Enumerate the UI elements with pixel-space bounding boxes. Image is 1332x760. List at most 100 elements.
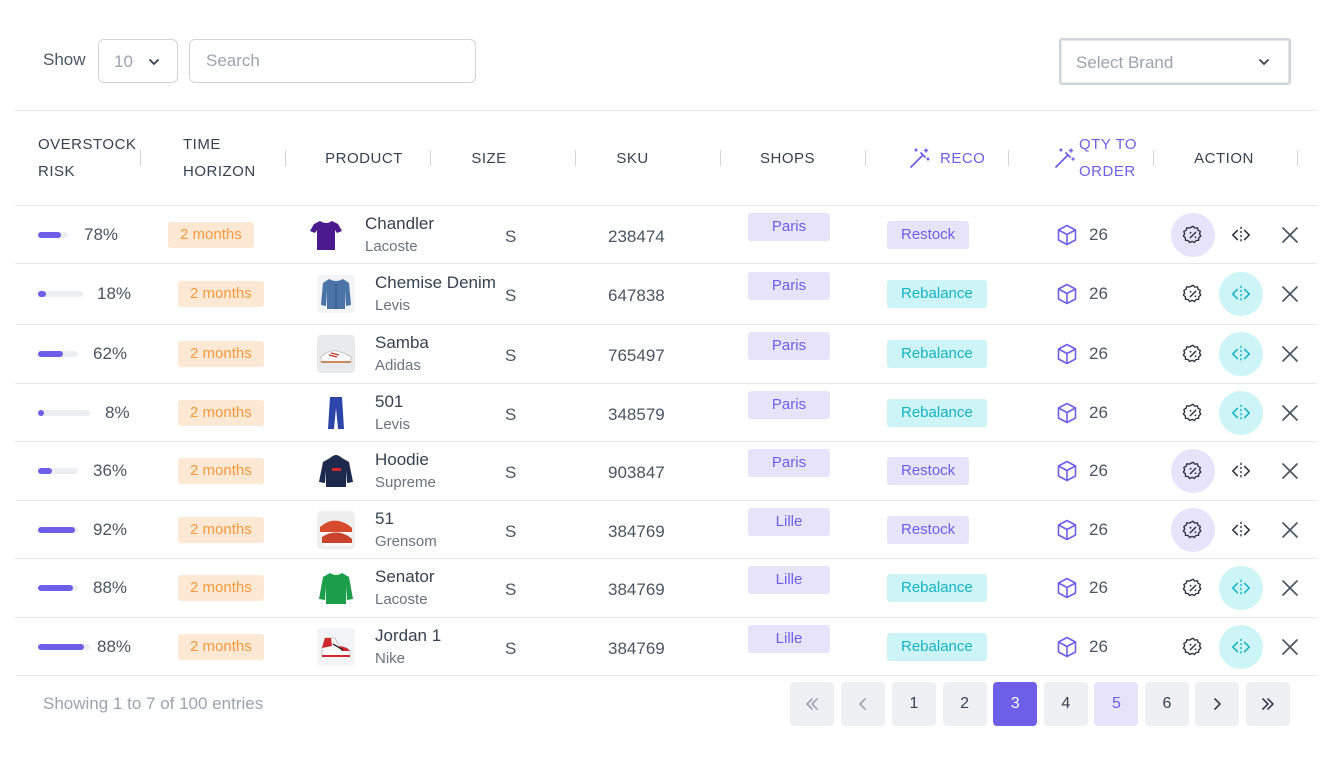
product-size: S	[505, 580, 517, 599]
page-4-button[interactable]: 4	[1043, 682, 1088, 726]
column-overstock-risk[interactable]: OVERSTOCK RISK	[38, 111, 138, 205]
overstock-risk-fill	[38, 527, 75, 533]
close-icon[interactable]	[1268, 508, 1312, 552]
close-icon[interactable]	[1268, 449, 1312, 493]
purple-tshirt-icon	[307, 216, 345, 254]
next-page-button[interactable]	[1195, 682, 1239, 726]
reco-badge: Rebalance	[887, 399, 987, 427]
navy-hoodie-icon	[317, 452, 355, 490]
first-page-button[interactable]	[790, 682, 834, 726]
qty-value: 26	[1089, 520, 1108, 539]
product-size: S	[505, 463, 517, 482]
brand-select[interactable]: Select Brand	[1059, 38, 1291, 85]
table-row: 78% 2 months Chandler Lacoste S 238474 Paris Re…	[15, 206, 1317, 264]
overstock-risk-value: 92%	[93, 520, 128, 539]
table-body: 78% 2 months Chandler Lacoste S 238474 Paris Re…	[15, 206, 1317, 676]
table-row: 88% 2 months Senator Lacoste S 384769 Lille Reb…	[15, 559, 1317, 618]
column-shops[interactable]: SHOPS	[745, 111, 830, 205]
overstock-risk-fill	[38, 351, 63, 357]
column-reco[interactable]: RECO	[908, 111, 985, 205]
box-icon	[1055, 459, 1089, 483]
product-size: S	[505, 639, 517, 658]
search-input[interactable]	[189, 39, 476, 83]
settings-badge-button[interactable]	[1171, 332, 1215, 376]
close-icon[interactable]	[1268, 391, 1312, 435]
column-divider	[1153, 150, 1154, 166]
close-icon[interactable]	[1268, 625, 1312, 669]
product-sku: 384769	[608, 580, 665, 599]
rebalance-button[interactable]	[1219, 391, 1263, 435]
reco-badge: Rebalance	[887, 340, 987, 368]
page-5-button[interactable]: 5	[1094, 682, 1139, 726]
product-name[interactable]: 51	[375, 509, 394, 529]
column-divider	[575, 150, 576, 166]
show-label: Show	[43, 50, 86, 69]
box-icon	[1055, 518, 1089, 542]
product-name[interactable]: Chemise Denim	[375, 273, 496, 293]
settings-badge-button[interactable]	[1171, 213, 1215, 257]
close-icon[interactable]	[1268, 213, 1312, 257]
qty-value: 26	[1089, 403, 1108, 422]
settings-badge-button[interactable]	[1171, 272, 1215, 316]
close-icon[interactable]	[1268, 332, 1312, 376]
overstock-risk-bar	[38, 410, 90, 416]
close-icon[interactable]	[1268, 566, 1312, 610]
rebalance-button[interactable]	[1219, 508, 1263, 552]
product-name[interactable]: Jordan 1	[375, 626, 441, 646]
last-page-button[interactable]	[1246, 682, 1290, 726]
time-horizon-badge: 2 months	[168, 222, 254, 248]
close-icon[interactable]	[1268, 272, 1312, 316]
settings-badge-button[interactable]	[1171, 566, 1215, 610]
rebalance-button[interactable]	[1219, 625, 1263, 669]
column-product[interactable]: PRODUCT	[315, 111, 413, 205]
column-qty-to-order[interactable]: QTY TO ORDER	[1053, 111, 1148, 205]
product-name[interactable]: Senator	[375, 567, 435, 587]
column-size[interactable]: SIZE	[455, 111, 523, 205]
rebalance-button[interactable]	[1219, 332, 1263, 376]
product-brand: Levis	[375, 416, 411, 433]
product-brand: Levis	[375, 297, 411, 314]
rebalance-button[interactable]	[1219, 449, 1263, 493]
column-sku[interactable]: SKU	[595, 111, 670, 205]
reco-badge: Restock	[887, 457, 970, 485]
page-6-button[interactable]: 6	[1145, 682, 1189, 726]
page-size-select[interactable]: 10	[98, 39, 178, 83]
product-brand: Nike	[375, 650, 406, 667]
column-divider	[720, 150, 721, 166]
product-name[interactable]: Samba	[375, 333, 429, 353]
page-1-button[interactable]: 1	[892, 682, 936, 726]
settings-badge-button[interactable]	[1171, 625, 1215, 669]
table-row: 36% 2 months Hoodie Supreme S 903847 Paris Rest…	[15, 442, 1317, 501]
shop-badge: Paris	[748, 391, 830, 419]
settings-badge-button[interactable]	[1171, 391, 1215, 435]
rebalance-button[interactable]	[1219, 272, 1263, 316]
previous-page-button[interactable]	[841, 682, 885, 726]
settings-badge-button[interactable]	[1171, 508, 1215, 552]
magic-wand-icon	[1053, 146, 1077, 170]
rebalance-button[interactable]	[1219, 566, 1263, 610]
page-2-button[interactable]: 2	[942, 682, 987, 726]
box-icon	[1055, 401, 1089, 425]
overstock-risk-bar	[38, 585, 78, 591]
product-name[interactable]: 501	[375, 392, 403, 412]
settings-badge-button[interactable]	[1171, 449, 1215, 493]
qty-to-order: 26	[1055, 401, 1108, 425]
product-name[interactable]: Chandler	[365, 214, 434, 234]
chevron-down-icon	[1257, 55, 1271, 74]
shop-badge: Paris	[748, 332, 830, 360]
table-row: 88% 2 months Jordan 1 Nike S 384769 Lille Rebal…	[15, 618, 1317, 676]
overstock-risk-bar	[38, 291, 83, 297]
rebalance-button[interactable]	[1219, 213, 1263, 257]
column-divider	[1297, 150, 1298, 166]
brand-select-value: Select Brand	[1076, 53, 1174, 72]
qty-to-order: 26	[1055, 342, 1108, 366]
product-name[interactable]: Hoodie	[375, 450, 429, 470]
product-size: S	[505, 346, 517, 365]
column-action[interactable]: ACTION	[1185, 111, 1263, 205]
toolbar: Show 10 Select Brand	[0, 0, 1332, 110]
overstock-risk-fill	[38, 644, 84, 650]
page-3-button[interactable]: 3	[993, 682, 1038, 726]
overstock-risk-bar	[38, 527, 78, 533]
overstock-risk-value: 62%	[93, 344, 128, 363]
column-time-horizon[interactable]: TIME HORIZON	[183, 111, 273, 205]
